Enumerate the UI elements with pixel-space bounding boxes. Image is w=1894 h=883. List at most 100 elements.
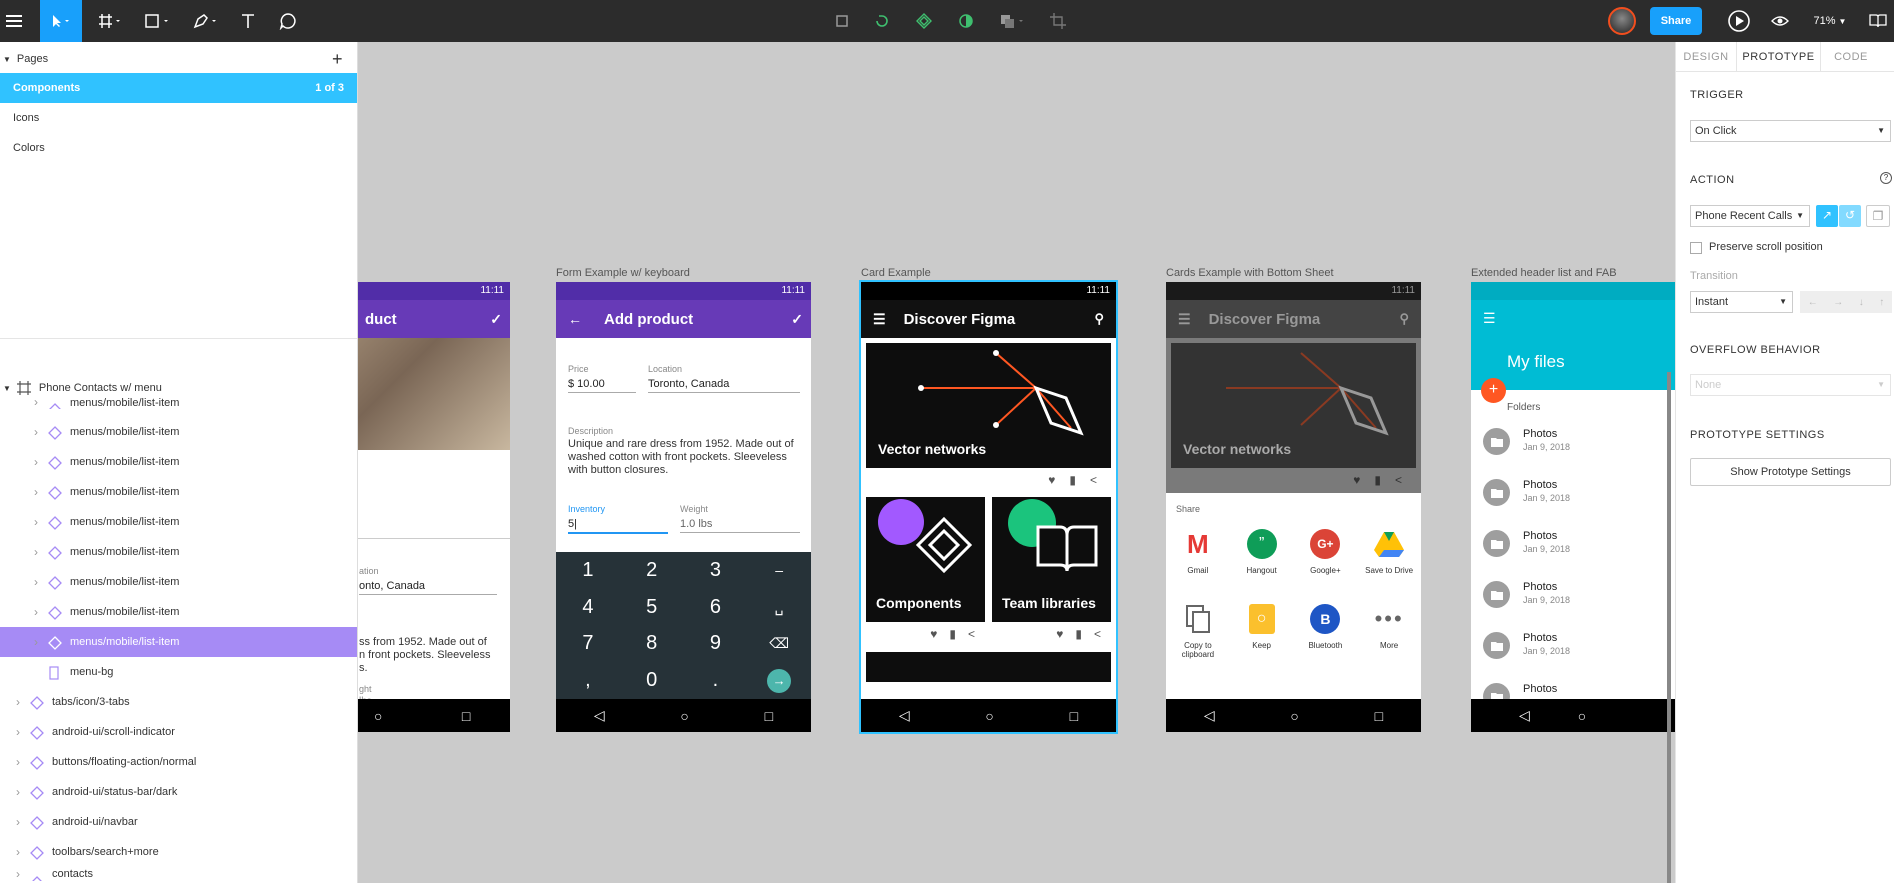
key[interactable]: 6 <box>684 589 748 626</box>
frame-add-product[interactable]: 11:11 ← Add product ✓ Price $ 10.00 Loca… <box>556 282 811 732</box>
key[interactable]: ␣ <box>747 589 811 626</box>
list-item[interactable]: Photos Jan 9, 2018 <box>1471 624 1675 675</box>
trigger-dropdown[interactable]: On Click ▼ <box>1690 120 1891 142</box>
key[interactable]: 8 <box>620 626 684 663</box>
page-item-icons[interactable]: Icons <box>0 103 357 133</box>
key[interactable]: 9 <box>684 626 748 663</box>
overlay-icon[interactable]: ❐ <box>1866 205 1890 227</box>
key[interactable]: ⌫ <box>747 626 811 663</box>
expand-arrow-icon[interactable]: › <box>34 515 38 529</box>
pages-header[interactable]: ▼ Pages + <box>0 44 357 74</box>
pen-tool-icon[interactable] <box>188 0 224 42</box>
layer-menu-bg[interactable]: menu-bg <box>0 657 357 687</box>
key[interactable]: 1 <box>556 552 620 589</box>
expand-arrow-icon[interactable]: › <box>34 575 38 589</box>
layer-item[interactable]: › menus/mobile/list-item <box>0 417 357 447</box>
key[interactable]: 4 <box>556 589 620 626</box>
tab-prototype[interactable]: PROTOTYPE <box>1736 42 1821 71</box>
zoom-dropdown[interactable]: 71% ▼ <box>1808 0 1852 42</box>
show-prototype-settings-button[interactable]: Show Prototype Settings <box>1690 458 1891 486</box>
list-item[interactable]: Photos Jan 9, 2018 <box>1471 522 1675 573</box>
overflow-dropdown[interactable]: None ▼ <box>1690 374 1891 396</box>
key[interactable]: – <box>747 552 811 589</box>
present-icon[interactable] <box>1726 0 1752 42</box>
layer-item[interactable]: › menus/mobile/list-item <box>0 627 357 657</box>
canvas[interactable]: 11:11 duct ✓ ation onto, Canada ss from … <box>358 42 1675 883</box>
layer-item[interactable]: › menus/mobile/list-item <box>0 447 357 477</box>
frame-my-files[interactable]: ☰ My files + Folders Photos Jan 9, 2018 Ph… <box>1471 282 1675 732</box>
frame-bottom-sheet[interactable]: 11:11 ☰ Discover Figma ⚲ Vector networks… <box>1166 282 1421 732</box>
layer-item[interactable]: › android-ui/status-bar/dark <box>0 777 357 807</box>
key[interactable]: 7 <box>556 626 620 663</box>
expand-arrow-icon[interactable]: › <box>16 785 20 799</box>
transition-dropdown[interactable]: Instant ▼ <box>1690 291 1793 313</box>
share-button[interactable]: Share <box>1650 0 1702 42</box>
reset-instance-icon[interactable] <box>870 0 894 42</box>
share-app[interactable]: B Bluetooth <box>1294 593 1358 668</box>
help-icon[interactable]: ? <box>1880 172 1892 184</box>
boolean-icon[interactable] <box>996 0 1030 42</box>
share-app[interactable]: ○ Keep <box>1230 593 1294 668</box>
text-tool-icon[interactable] <box>236 0 260 42</box>
key[interactable]: → <box>747 662 811 699</box>
layer-item[interactable]: › menus/mobile/list-item <box>0 477 357 507</box>
expand-arrow-icon[interactable]: › <box>34 545 38 559</box>
share-app[interactable]: Save to Drive <box>1357 518 1421 593</box>
frame-product-detail[interactable]: 11:11 duct ✓ ation onto, Canada ss from … <box>358 282 510 732</box>
layer-item[interactable]: › contacts <box>0 867 357 881</box>
crop-icon[interactable] <box>1046 0 1070 42</box>
list-item[interactable]: Photos Jan 9, 2018 <box>1471 573 1675 624</box>
expand-arrow-icon[interactable]: › <box>34 605 38 619</box>
expand-arrow-icon[interactable]: › <box>16 695 20 709</box>
menu-icon[interactable] <box>0 0 28 42</box>
tab-code[interactable]: CODE <box>1821 42 1881 71</box>
create-component-icon[interactable] <box>912 0 936 42</box>
move-tool-icon[interactable] <box>40 0 82 42</box>
expand-arrow-icon[interactable]: › <box>34 485 38 499</box>
frame-tool-icon[interactable] <box>94 0 128 42</box>
shape-tool-icon[interactable] <box>140 0 176 42</box>
preserve-scroll-checkbox[interactable] <box>1690 242 1702 254</box>
layer-item[interactable]: › menus/mobile/list-item <box>0 597 357 627</box>
layer-item[interactable]: › toolbars/search+more <box>0 837 357 867</box>
list-item[interactable]: Photos Jan 9, 2018 <box>1471 471 1675 522</box>
component-icon[interactable] <box>830 0 854 42</box>
frame-card-example[interactable]: 11:11 ☰ Discover Figma ⚲ Vector networks… <box>859 280 1118 734</box>
layer-item[interactable]: › buttons/floating-action/normal <box>0 747 357 777</box>
tab-design[interactable]: DESIGN <box>1676 42 1736 71</box>
page-item-components[interactable]: Components 1 of 3 <box>0 73 357 103</box>
layer-item[interactable]: › android-ui/navbar <box>0 807 357 837</box>
share-app[interactable]: ” Hangout <box>1230 518 1294 593</box>
add-page-icon[interactable]: + <box>332 49 343 70</box>
expand-arrow-icon[interactable]: › <box>34 635 38 649</box>
layer-item[interactable]: › menus/mobile/list-item <box>0 567 357 597</box>
list-item[interactable]: Photos Jan 9, 2018 <box>1471 420 1675 471</box>
mask-icon[interactable] <box>954 0 978 42</box>
expand-arrow-icon[interactable]: › <box>16 815 20 829</box>
expand-arrow-icon[interactable]: › <box>16 725 20 739</box>
expand-arrow-icon[interactable]: › <box>16 755 20 769</box>
layer-item[interactable]: › tabs/icon/3-tabs <box>0 687 357 717</box>
expand-arrow-icon[interactable]: › <box>16 867 20 881</box>
action-dropdown[interactable]: Phone Recent Calls ▼ <box>1690 205 1810 227</box>
smart-animate-icon[interactable]: ↗ <box>1816 205 1838 227</box>
layer-item[interactable]: › menus/mobile/list-item <box>0 537 357 567</box>
direction-buttons[interactable]: ← → ↓ ↑ <box>1800 291 1892 313</box>
key[interactable]: 3 <box>684 552 748 589</box>
comment-tool-icon[interactable] <box>276 0 300 42</box>
swap-icon[interactable]: ↺ <box>1839 205 1861 227</box>
share-app[interactable]: ••• More <box>1357 593 1421 668</box>
expand-arrow-icon[interactable]: › <box>34 455 38 469</box>
layer-item[interactable]: › menus/mobile/list-item <box>0 507 357 537</box>
layer-item[interactable]: › android-ui/scroll-indicator <box>0 717 357 747</box>
page-item-colors[interactable]: Colors <box>0 133 357 163</box>
key[interactable]: 5 <box>620 589 684 626</box>
key[interactable]: 0 <box>620 662 684 699</box>
share-app[interactable]: M Gmail <box>1166 518 1230 593</box>
layer-item[interactable]: › menus/mobile/list-item <box>0 394 357 409</box>
library-icon[interactable] <box>1864 0 1892 42</box>
avatar[interactable] <box>1606 0 1638 42</box>
share-app[interactable]: G+ Google+ <box>1294 518 1358 593</box>
key[interactable]: 2 <box>620 552 684 589</box>
expand-arrow-icon[interactable]: › <box>16 845 20 859</box>
